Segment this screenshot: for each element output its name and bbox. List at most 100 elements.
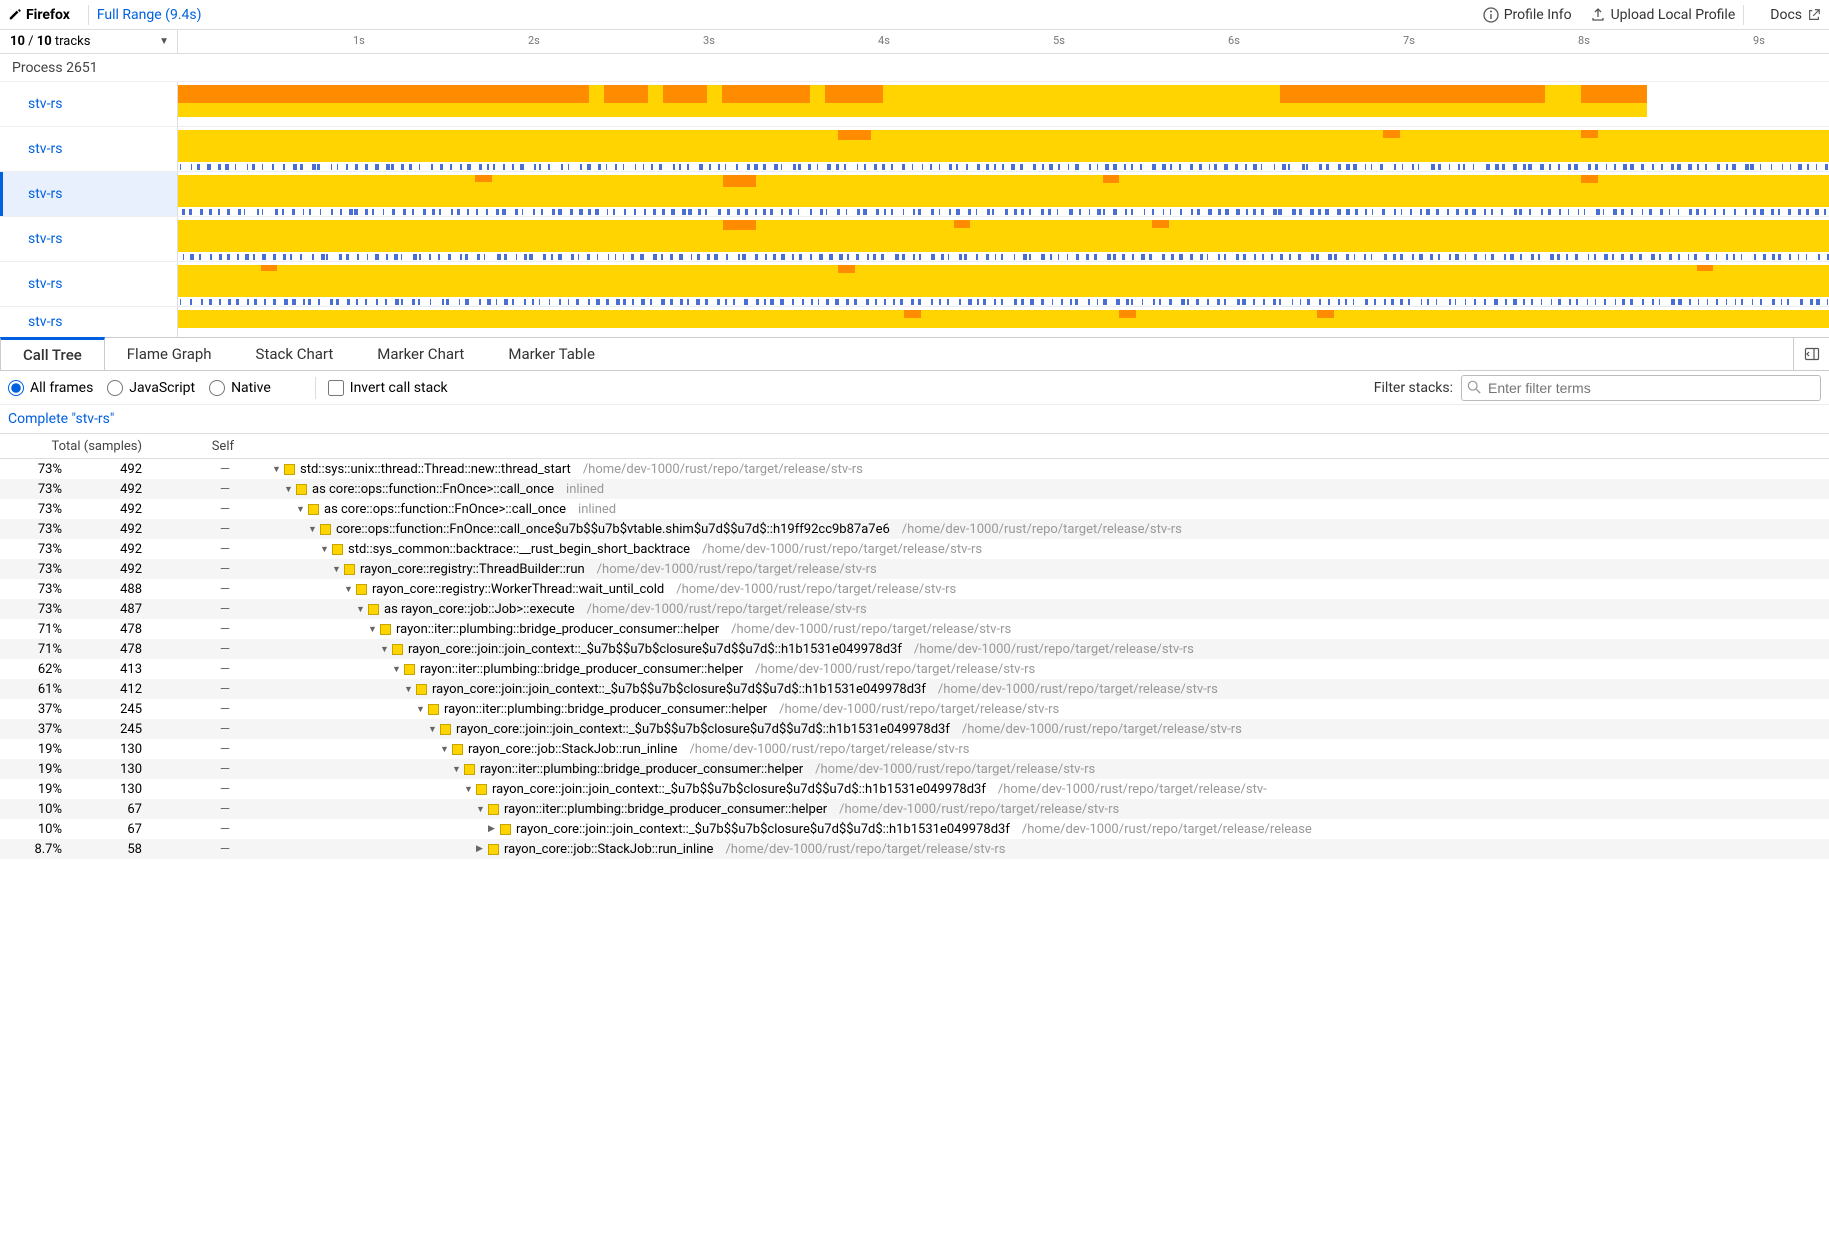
tree-row[interactable]: 19%130—▼rayon_core::job::StackJob::run_i…	[0, 739, 1829, 759]
disclosure-triangle-icon[interactable]: ▼	[344, 584, 356, 595]
disclosure-triangle-icon[interactable]: ▼	[308, 524, 320, 535]
tree-row[interactable]: 71%478—▼rayon::iter::plumbing::bridge_pr…	[0, 619, 1829, 639]
disclosure-triangle-icon[interactable]: ▼	[380, 644, 392, 655]
marker-strip	[178, 254, 1829, 260]
track-graph[interactable]	[178, 262, 1829, 306]
call-tree-body[interactable]: 73%492—▼std::sys::unix::thread::Thread::…	[0, 459, 1829, 859]
search-box	[1461, 375, 1821, 401]
upload-link[interactable]: Upload Local Profile	[1590, 7, 1736, 23]
tree-row[interactable]: 10%67—▼rayon::iter::plumbing::bridge_pro…	[0, 799, 1829, 819]
col-total-header[interactable]: Total (samples)	[0, 439, 150, 454]
radio-all-frames[interactable]: All frames	[8, 380, 93, 396]
tree-row[interactable]: 62%413—▼rayon::iter::plumbing::bridge_pr…	[0, 659, 1829, 679]
disclosure-triangle-icon[interactable]: ▼	[452, 764, 464, 775]
disclosure-triangle-icon[interactable]: ▼	[392, 664, 404, 675]
disclosure-triangle-icon[interactable]: ▼	[368, 624, 380, 635]
track-label[interactable]: stv-rs	[0, 307, 178, 337]
function-name: rayon_core::job::StackJob::run_inline	[468, 742, 677, 757]
disclosure-triangle-icon[interactable]: ▼	[272, 464, 284, 475]
track-row[interactable]: stv-rs	[0, 262, 1829, 307]
docs-link[interactable]: Docs	[1770, 7, 1821, 23]
disclosure-triangle-icon[interactable]: ▼	[428, 724, 440, 735]
process-header[interactable]: Process 2651	[0, 54, 1829, 82]
track-label[interactable]: stv-rs	[0, 127, 178, 171]
tree-row[interactable]: 10%67—▶rayon_core::join::join_context::_…	[0, 819, 1829, 839]
tab-marker-table[interactable]: Marker Table	[486, 338, 617, 370]
tree-row[interactable]: 61%412—▼rayon_core::join::join_context::…	[0, 679, 1829, 699]
col-self-header[interactable]: Self	[150, 439, 242, 454]
radio-javascript[interactable]: JavaScript	[107, 380, 195, 396]
disclosure-triangle-icon[interactable]: ▼	[464, 784, 476, 795]
tree-row[interactable]: 8.7%58—▶rayon_core::job::StackJob::run_i…	[0, 839, 1829, 859]
disclosure-triangle-icon[interactable]: ▼	[416, 704, 428, 715]
disclosure-triangle-icon[interactable]: ▶	[488, 824, 500, 834]
range-link[interactable]: Full Range (9.4s)	[97, 7, 202, 23]
tree-row[interactable]: 71%478—▼rayon_core::join::join_context::…	[0, 639, 1829, 659]
track-row[interactable]: stv-rs	[0, 127, 1829, 172]
disclosure-triangle-icon[interactable]: ▼	[404, 684, 416, 695]
track-row-selected[interactable]: stv-rs	[0, 172, 1829, 217]
category-box-icon	[476, 784, 487, 795]
tree-row[interactable]: 37%245—▼rayon::iter::plumbing::bridge_pr…	[0, 699, 1829, 719]
track-graph[interactable]	[178, 82, 1829, 126]
disclosure-triangle-icon[interactable]: ▼	[332, 564, 344, 575]
track-graph[interactable]	[178, 127, 1829, 171]
track-graph[interactable]	[178, 172, 1829, 216]
tree-row[interactable]: 19%130—▼rayon_core::join::join_context::…	[0, 779, 1829, 799]
disclosure-triangle-icon[interactable]: ▼	[356, 604, 368, 615]
checkbox-input[interactable]	[328, 380, 344, 396]
self-cell: —	[150, 722, 242, 737]
track-row[interactable]: stv-rs	[0, 82, 1829, 127]
func-cell: ▼rayon::iter::plumbing::bridge_producer_…	[272, 662, 1829, 677]
disclosure-triangle-icon[interactable]: ▼	[284, 484, 296, 495]
disclosure-triangle-icon[interactable]: ▼	[440, 744, 452, 755]
tree-row[interactable]: 73%492—▼std::sys::unix::thread::Thread::…	[0, 459, 1829, 479]
tree-row[interactable]: 73%487—▼ as rayon_core::job::Job>::execu…	[0, 599, 1829, 619]
pct-cell: 19%	[0, 742, 62, 757]
tree-row[interactable]: 73%492—▼std::sys_common::backtrace::__ru…	[0, 539, 1829, 559]
filter-stacks-input[interactable]	[1461, 375, 1821, 401]
tab-marker-chart[interactable]: Marker Chart	[355, 338, 486, 370]
tab-flame-graph[interactable]: Flame Graph	[105, 338, 234, 370]
function-path: /home/dev-1000/rust/repo/target/release/…	[998, 782, 1267, 797]
count-cell: 492	[62, 522, 150, 537]
radio-input[interactable]	[107, 380, 123, 396]
tree-row[interactable]: 19%130—▼rayon::iter::plumbing::bridge_pr…	[0, 759, 1829, 779]
radio-native[interactable]: Native	[209, 380, 271, 396]
sidebar-toggle-button[interactable]	[1793, 338, 1829, 370]
track-label[interactable]: stv-rs	[0, 262, 178, 306]
track-label[interactable]: stv-rs	[0, 217, 178, 261]
tab-stack-chart[interactable]: Stack Chart	[234, 338, 356, 370]
tab-call-tree[interactable]: Call Tree	[0, 337, 105, 370]
profile-info-link[interactable]: Profile Info	[1483, 7, 1572, 23]
track-label[interactable]: stv-rs	[0, 172, 178, 216]
tree-row[interactable]: 73%492—▼ as core::ops::function::FnOnce>…	[0, 499, 1829, 519]
pct-cell: 10%	[0, 802, 62, 817]
radio-input[interactable]	[8, 380, 24, 396]
track-graph[interactable]	[178, 217, 1829, 261]
track-count-dropdown[interactable]: 10 / 10 tracks ▼	[0, 30, 178, 53]
disclosure-triangle-icon[interactable]: ▶	[476, 844, 488, 854]
count-cell: 245	[62, 702, 150, 717]
tree-row[interactable]: 73%488—▼rayon_core::registry::WorkerThre…	[0, 579, 1829, 599]
pct-cell: 37%	[0, 722, 62, 737]
tree-row[interactable]: 73%492—▼ as core::ops::function::FnOnce>…	[0, 479, 1829, 499]
radio-input[interactable]	[209, 380, 225, 396]
track-label[interactable]: stv-rs	[0, 82, 178, 126]
disclosure-triangle-icon[interactable]: ▼	[476, 804, 488, 815]
track-row[interactable]: stv-rs	[0, 307, 1829, 337]
tree-row[interactable]: 37%245—▼rayon_core::join::join_context::…	[0, 719, 1829, 739]
disclosure-triangle-icon[interactable]: ▼	[296, 504, 308, 515]
func-cell: ▼rayon_core::join::join_context::_$u7b$$…	[272, 642, 1829, 657]
pct-cell: 73%	[0, 462, 62, 477]
tree-row[interactable]: 73%492—▼core::ops::function::FnOnce::cal…	[0, 519, 1829, 539]
edit-icon[interactable]	[8, 8, 22, 22]
track-row[interactable]: stv-rs	[0, 217, 1829, 262]
complete-link[interactable]: Complete "stv-rs"	[0, 405, 1829, 433]
category-box-icon	[356, 584, 367, 595]
disclosure-triangle-icon[interactable]: ▼	[320, 544, 332, 555]
tree-row[interactable]: 73%492—▼rayon_core::registry::ThreadBuil…	[0, 559, 1829, 579]
invert-checkbox[interactable]: Invert call stack	[328, 380, 448, 396]
track-graph[interactable]	[178, 307, 1829, 337]
timeline-ruler[interactable]: 1s2s3s4s5s6s7s8s9s	[178, 30, 1829, 53]
